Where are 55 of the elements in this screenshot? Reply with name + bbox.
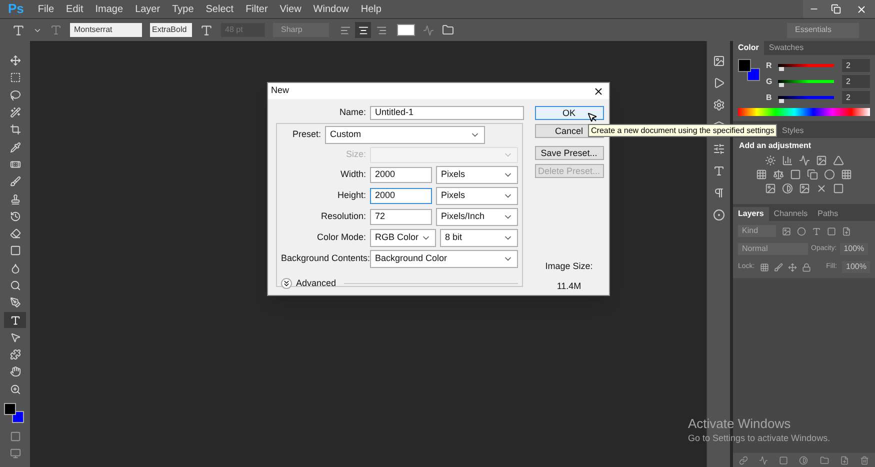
dialog-button[interactable]: OK xyxy=(534,106,604,120)
field-label: Width: xyxy=(339,168,366,182)
unit-select[interactable]: Pixels/Inch xyxy=(436,208,518,226)
menu-item[interactable]: Help xyxy=(354,2,388,16)
app-logo: Ps xyxy=(7,0,25,18)
channel-value-field[interactable]: 2 xyxy=(842,91,870,104)
dialog-title: New xyxy=(271,84,290,98)
menu-item[interactable]: Layer xyxy=(129,2,166,16)
channel-value-field[interactable]: 2 xyxy=(842,59,870,72)
fill-field[interactable]: 100% xyxy=(842,261,870,273)
menu-item[interactable]: File xyxy=(32,2,60,16)
panel-tab[interactable]: Styles xyxy=(777,124,809,138)
panel-tab[interactable]: Swatches xyxy=(764,41,809,55)
value-input[interactable]: 2000 xyxy=(370,188,432,204)
dialog-button[interactable]: Save Preset... xyxy=(534,146,604,160)
panel-tab[interactable]: Paths xyxy=(812,207,844,221)
menu-item[interactable]: View xyxy=(274,2,308,16)
unit-select[interactable]: Pixels xyxy=(436,166,518,184)
font-style-field[interactable]: ExtraBold xyxy=(150,23,192,37)
channel-label: G xyxy=(766,76,774,88)
channel-label: B xyxy=(766,92,773,104)
value-input[interactable]: 72 xyxy=(370,209,432,225)
activation-title: Activate Windows xyxy=(688,416,792,432)
value-input[interactable]: 2000 xyxy=(370,167,432,183)
color-mode-select[interactable]: RGB Color xyxy=(370,229,436,247)
opacity-field[interactable]: 100% xyxy=(840,243,868,255)
background-select[interactable]: Background Color xyxy=(370,250,518,268)
field-label: Size: xyxy=(344,148,366,162)
panel-heading: Add an adjustment xyxy=(738,140,812,152)
field-label: Name: xyxy=(338,106,366,120)
channel-value-field[interactable]: 2 xyxy=(842,75,870,88)
bit-depth-select[interactable]: 8 bit xyxy=(440,229,518,247)
panel-tab[interactable]: Color xyxy=(733,41,764,55)
image-size-label: Image Size: xyxy=(545,260,593,273)
field-label: Preset: xyxy=(291,128,321,142)
menu-item[interactable]: Image xyxy=(89,2,130,16)
preset-select[interactable]: Custom xyxy=(325,126,485,144)
image-size-value: 11.4M xyxy=(556,280,582,292)
menu-item[interactable]: Window xyxy=(307,2,355,16)
channel-label: R xyxy=(766,60,773,72)
panel-tab[interactable]: Layers xyxy=(733,207,769,221)
advanced-toggle[interactable]: Advanced xyxy=(296,277,336,290)
font-family-field[interactable]: Montserrat xyxy=(70,23,142,37)
menu-item[interactable]: Filter xyxy=(240,2,274,16)
activation-message: Go to Settings to activate Windows. xyxy=(688,432,830,445)
tooltip: Create a new document using the specified settings xyxy=(588,124,778,137)
panel-tab[interactable]: Channels xyxy=(768,207,813,221)
field-label: Color Mode: xyxy=(316,231,366,244)
field-label: Resolution: xyxy=(320,210,366,224)
name-input[interactable]: Untitled-1 xyxy=(370,106,524,120)
unit-select[interactable]: Pixels xyxy=(436,187,518,205)
menu-item[interactable]: Select xyxy=(200,2,240,16)
menu-item[interactable]: Type xyxy=(166,2,200,16)
menu-item[interactable]: Edit xyxy=(60,2,90,16)
field-label: Height: xyxy=(336,189,366,202)
